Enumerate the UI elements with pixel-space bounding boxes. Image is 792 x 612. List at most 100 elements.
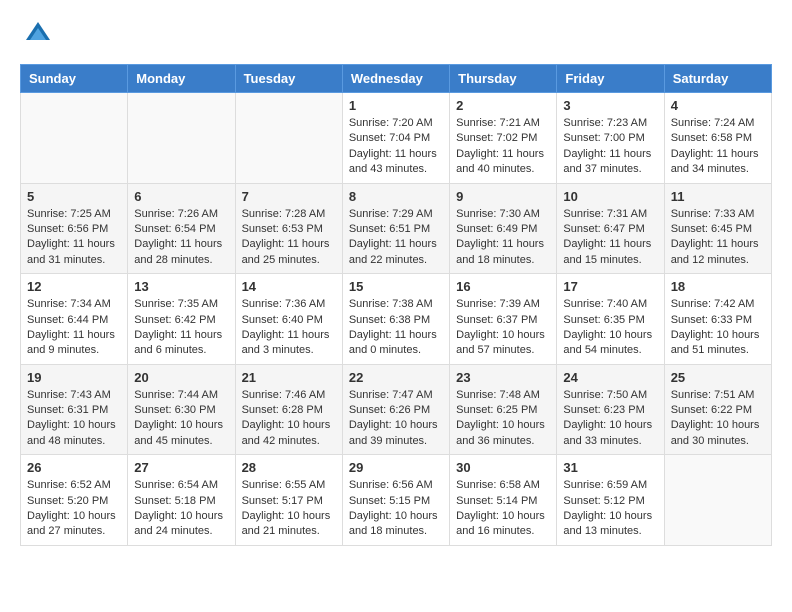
day-number: 10 bbox=[563, 189, 657, 204]
day-number: 1 bbox=[349, 98, 443, 113]
day-info: Sunrise: 6:56 AM Sunset: 5:15 PM Dayligh… bbox=[349, 478, 443, 540]
day-number: 4 bbox=[671, 98, 765, 113]
calendar-cell: 10 Sunrise: 7:31 AM Sunset: 6:47 PM Dayli… bbox=[557, 183, 664, 274]
day-number: 22 bbox=[349, 370, 443, 385]
day-number: 11 bbox=[671, 189, 765, 204]
day-number: 12 bbox=[27, 279, 121, 294]
calendar-cell: 23Sunrise: 7:48 AM Sunset: 6:25 PM Dayli… bbox=[450, 364, 557, 455]
calendar-cell bbox=[235, 93, 342, 184]
day-of-week-header: Thursday bbox=[450, 65, 557, 93]
calendar-cell: 22 Sunrise: 7:47 AM Sunset: 6:26 PM Dayli… bbox=[342, 364, 449, 455]
calendar-cell bbox=[21, 93, 128, 184]
day-info: Sunrise: 7:46 AM Sunset: 6:28 PM Dayligh… bbox=[242, 388, 336, 450]
calendar-cell: 18 Sunrise: 7:42 AM Sunset: 6:33 PM Dayli… bbox=[664, 274, 771, 365]
calendar-cell: 31Sunrise: 6:59 AM Sunset: 5:12 PM Dayli… bbox=[557, 455, 664, 546]
calendar-cell: 12 Sunrise: 7:34 AM Sunset: 6:44 PM Dayli… bbox=[21, 274, 128, 365]
day-number: 2 bbox=[456, 98, 550, 113]
calendar-week-row: 12 Sunrise: 7:34 AM Sunset: 6:44 PM Dayli… bbox=[21, 274, 772, 365]
calendar-cell: 21 Sunrise: 7:46 AM Sunset: 6:28 PM Dayli… bbox=[235, 364, 342, 455]
day-number: 29 bbox=[349, 460, 443, 475]
day-info: Sunrise: 7:29 AM Sunset: 6:51 PM Dayligh… bbox=[349, 207, 443, 269]
day-number: 20 bbox=[134, 370, 228, 385]
day-info: Sunrise: 7:50 AM Sunset: 6:23 PM Dayligh… bbox=[563, 388, 657, 450]
day-info: Sunrise: 7:28 AM Sunset: 6:53 PM Dayligh… bbox=[242, 207, 336, 269]
page-header bbox=[20, 20, 772, 48]
calendar-cell: 30Sunrise: 6:58 AM Sunset: 5:14 PM Dayli… bbox=[450, 455, 557, 546]
calendar-cell: 25 Sunrise: 7:51 AM Sunset: 6:22 PM Dayli… bbox=[664, 364, 771, 455]
calendar-cell: 29 Sunrise: 6:56 AM Sunset: 5:15 PM Dayli… bbox=[342, 455, 449, 546]
day-of-week-header: Tuesday bbox=[235, 65, 342, 93]
day-number: 25 bbox=[671, 370, 765, 385]
calendar-cell: 24 Sunrise: 7:50 AM Sunset: 6:23 PM Dayli… bbox=[557, 364, 664, 455]
day-info: Sunrise: 7:34 AM Sunset: 6:44 PM Dayligh… bbox=[27, 297, 121, 359]
day-info: Sunrise: 7:23 AM Sunset: 7:00 PM Dayligh… bbox=[563, 116, 657, 178]
day-info: Sunrise: 7:51 AM Sunset: 6:22 PM Dayligh… bbox=[671, 388, 765, 450]
calendar-cell: 9 Sunrise: 7:30 AM Sunset: 6:49 PM Daylig… bbox=[450, 183, 557, 274]
calendar-cell: 26 Sunrise: 6:52 AM Sunset: 5:20 PM Dayli… bbox=[21, 455, 128, 546]
day-number: 26 bbox=[27, 460, 121, 475]
day-number: 21 bbox=[242, 370, 336, 385]
day-info: Sunrise: 7:36 AM Sunset: 6:40 PM Dayligh… bbox=[242, 297, 336, 359]
day-number: 18 bbox=[671, 279, 765, 294]
calendar-cell: 7Sunrise: 7:28 AM Sunset: 6:53 PM Daylig… bbox=[235, 183, 342, 274]
day-number: 8 bbox=[349, 189, 443, 204]
day-of-week-header: Monday bbox=[128, 65, 235, 93]
day-info: Sunrise: 7:25 AM Sunset: 6:56 PM Dayligh… bbox=[27, 207, 121, 269]
day-info: Sunrise: 7:40 AM Sunset: 6:35 PM Dayligh… bbox=[563, 297, 657, 359]
day-number: 13 bbox=[134, 279, 228, 294]
day-info: Sunrise: 7:30 AM Sunset: 6:49 PM Dayligh… bbox=[456, 207, 550, 269]
day-number: 19 bbox=[27, 370, 121, 385]
day-number: 3 bbox=[563, 98, 657, 113]
logo bbox=[20, 20, 52, 48]
day-info: Sunrise: 7:24 AM Sunset: 6:58 PM Dayligh… bbox=[671, 116, 765, 178]
calendar-header-row: SundayMondayTuesdayWednesdayThursdayFrid… bbox=[21, 65, 772, 93]
day-number: 17 bbox=[563, 279, 657, 294]
calendar-cell: 16 Sunrise: 7:39 AM Sunset: 6:37 PM Dayli… bbox=[450, 274, 557, 365]
day-info: Sunrise: 7:38 AM Sunset: 6:38 PM Dayligh… bbox=[349, 297, 443, 359]
calendar-cell bbox=[664, 455, 771, 546]
calendar-table: SundayMondayTuesdayWednesdayThursdayFrid… bbox=[20, 64, 772, 546]
calendar-cell: 15Sunrise: 7:38 AM Sunset: 6:38 PM Dayli… bbox=[342, 274, 449, 365]
day-info: Sunrise: 7:31 AM Sunset: 6:47 PM Dayligh… bbox=[563, 207, 657, 269]
calendar-cell: 27 Sunrise: 6:54 AM Sunset: 5:18 PM Dayli… bbox=[128, 455, 235, 546]
calendar-cell: 17 Sunrise: 7:40 AM Sunset: 6:35 PM Dayli… bbox=[557, 274, 664, 365]
calendar-cell: 5 Sunrise: 7:25 AM Sunset: 6:56 PM Daylig… bbox=[21, 183, 128, 274]
day-number: 16 bbox=[456, 279, 550, 294]
day-info: Sunrise: 7:44 AM Sunset: 6:30 PM Dayligh… bbox=[134, 388, 228, 450]
day-number: 24 bbox=[563, 370, 657, 385]
day-info: Sunrise: 6:54 AM Sunset: 5:18 PM Dayligh… bbox=[134, 478, 228, 540]
calendar-week-row: 5 Sunrise: 7:25 AM Sunset: 6:56 PM Daylig… bbox=[21, 183, 772, 274]
calendar-cell: 19 Sunrise: 7:43 AM Sunset: 6:31 PM Dayli… bbox=[21, 364, 128, 455]
calendar-week-row: 19 Sunrise: 7:43 AM Sunset: 6:31 PM Dayli… bbox=[21, 364, 772, 455]
day-info: Sunrise: 7:35 AM Sunset: 6:42 PM Dayligh… bbox=[134, 297, 228, 359]
day-number: 27 bbox=[134, 460, 228, 475]
calendar-cell: 1 Sunrise: 7:20 AM Sunset: 7:04 PM Daylig… bbox=[342, 93, 449, 184]
day-info: Sunrise: 7:33 AM Sunset: 6:45 PM Dayligh… bbox=[671, 207, 765, 269]
day-number: 5 bbox=[27, 189, 121, 204]
logo-icon bbox=[24, 20, 52, 48]
day-info: Sunrise: 7:26 AM Sunset: 6:54 PM Dayligh… bbox=[134, 207, 228, 269]
day-info: Sunrise: 7:39 AM Sunset: 6:37 PM Dayligh… bbox=[456, 297, 550, 359]
calendar-cell: 8 Sunrise: 7:29 AM Sunset: 6:51 PM Daylig… bbox=[342, 183, 449, 274]
calendar-week-row: 1 Sunrise: 7:20 AM Sunset: 7:04 PM Daylig… bbox=[21, 93, 772, 184]
calendar-cell bbox=[128, 93, 235, 184]
day-number: 23 bbox=[456, 370, 550, 385]
calendar-cell: 28Sunrise: 6:55 AM Sunset: 5:17 PM Dayli… bbox=[235, 455, 342, 546]
day-info: Sunrise: 6:52 AM Sunset: 5:20 PM Dayligh… bbox=[27, 478, 121, 540]
day-number: 6 bbox=[134, 189, 228, 204]
day-info: Sunrise: 7:20 AM Sunset: 7:04 PM Dayligh… bbox=[349, 116, 443, 178]
day-info: Sunrise: 7:47 AM Sunset: 6:26 PM Dayligh… bbox=[349, 388, 443, 450]
day-number: 14 bbox=[242, 279, 336, 294]
calendar-cell: 14 Sunrise: 7:36 AM Sunset: 6:40 PM Dayli… bbox=[235, 274, 342, 365]
day-info: Sunrise: 7:43 AM Sunset: 6:31 PM Dayligh… bbox=[27, 388, 121, 450]
calendar-week-row: 26 Sunrise: 6:52 AM Sunset: 5:20 PM Dayli… bbox=[21, 455, 772, 546]
calendar-cell: 4 Sunrise: 7:24 AM Sunset: 6:58 PM Daylig… bbox=[664, 93, 771, 184]
day-info: Sunrise: 6:58 AM Sunset: 5:14 PM Dayligh… bbox=[456, 478, 550, 540]
day-of-week-header: Friday bbox=[557, 65, 664, 93]
day-info: Sunrise: 7:42 AM Sunset: 6:33 PM Dayligh… bbox=[671, 297, 765, 359]
day-number: 9 bbox=[456, 189, 550, 204]
calendar-cell: 20 Sunrise: 7:44 AM Sunset: 6:30 PM Dayli… bbox=[128, 364, 235, 455]
day-number: 31 bbox=[563, 460, 657, 475]
calendar-cell: 13 Sunrise: 7:35 AM Sunset: 6:42 PM Dayli… bbox=[128, 274, 235, 365]
day-of-week-header: Saturday bbox=[664, 65, 771, 93]
